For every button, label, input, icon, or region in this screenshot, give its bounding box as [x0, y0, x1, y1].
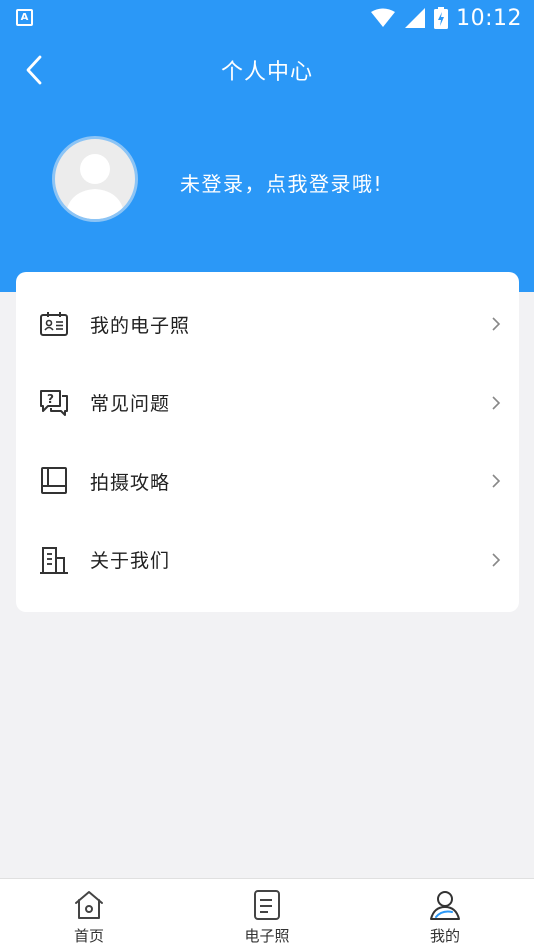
menu-item-faq[interactable]: ? 常见问题 — [16, 364, 519, 443]
bottom-tab-bar: 首页 电子照 我的 — [0, 878, 534, 950]
menu-item-shooting-guide[interactable]: 拍摄攻略 — [16, 442, 519, 521]
tab-photos[interactable]: 电子照 — [178, 879, 356, 950]
menu-item-label: 常见问题 — [90, 393, 171, 416]
menu-item-label: 关于我们 — [90, 550, 171, 573]
document-icon — [249, 887, 285, 923]
tab-label: 我的 — [429, 927, 460, 945]
tab-mine[interactable]: 我的 — [356, 879, 534, 950]
menu-item-about-us[interactable]: 关于我们 — [16, 521, 519, 600]
menu-item-my-photos[interactable]: 我的电子照 — [16, 285, 519, 364]
book-icon — [38, 465, 70, 497]
building-icon — [38, 544, 70, 576]
status-icons: 10:12 — [370, 4, 522, 32]
chevron-right-icon — [489, 394, 503, 412]
tab-label: 首页 — [73, 927, 104, 945]
profile-icon — [427, 887, 463, 923]
clock: 10:12 — [456, 5, 522, 31]
home-icon — [71, 887, 107, 923]
question-bubble-icon: ? — [38, 387, 70, 419]
signal-icon — [405, 8, 426, 28]
svg-text:?: ? — [47, 392, 54, 406]
profile-header: 个人中心 未登录，点我登录哦! — [0, 36, 534, 292]
status-bar: A 10:12 — [0, 0, 534, 36]
page-title: 个人中心 — [220, 60, 313, 85]
tab-label: 电子照 — [244, 927, 290, 945]
chevron-right-icon — [489, 315, 503, 333]
chevron-right-icon — [489, 551, 503, 569]
wifi-icon — [371, 8, 396, 27]
app-notification-icon: A — [16, 9, 33, 26]
user-silhouette-icon — [65, 154, 125, 219]
avatar[interactable] — [52, 136, 138, 222]
chevron-right-icon — [489, 472, 503, 490]
tab-home[interactable]: 首页 — [0, 879, 178, 950]
menu-item-label: 我的电子照 — [90, 314, 191, 337]
battery-icon — [434, 7, 449, 29]
menu-item-label: 拍摄攻略 — [90, 471, 171, 494]
id-card-icon — [38, 308, 70, 340]
login-prompt[interactable]: 未登录，点我登录哦! — [180, 168, 383, 197]
menu-card: 我的电子照 ? 常见问题 拍摄攻略 关于我们 — [16, 272, 519, 612]
